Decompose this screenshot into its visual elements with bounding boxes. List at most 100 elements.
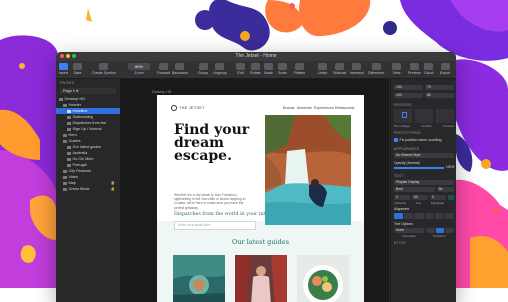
font-metrics-row: 0 60 0: [394, 195, 454, 200]
intersect-button[interactable]: Intersect: [350, 63, 364, 75]
title-bar: The Jetset - Home: [56, 52, 456, 61]
symbol-icon: [99, 63, 109, 70]
prototyping-label: PROTOTYPING: [394, 131, 421, 135]
nav-link[interactable]: Brands: [283, 106, 294, 110]
scale-button[interactable]: Scale: [278, 63, 287, 75]
layer-item[interactable]: Green Block 🔒: [56, 186, 120, 192]
subtract-button[interactable]: Subtract: [333, 63, 346, 75]
height-field[interactable]: 80: [425, 93, 454, 98]
flatten-button[interactable]: Flatten: [294, 63, 305, 75]
text-layer-icon: [67, 109, 71, 113]
symbol-layer-icon: [67, 127, 71, 131]
style-select[interactable]: No Shared Style: [394, 153, 454, 158]
insert-icon: [59, 63, 68, 70]
resizing-labels: Pin to Edge Fix Size Preview: [394, 124, 454, 128]
forward-button[interactable]: Forward: [157, 63, 170, 75]
checkbox-icon: [394, 138, 398, 142]
guide-card-image[interactable]: [235, 255, 287, 302]
intro-paragraph: Whether it's a city break to San Francis…: [174, 193, 246, 210]
transform-none-button[interactable]: [426, 228, 435, 233]
export-icon: [440, 63, 450, 70]
hero-photo: [265, 115, 351, 225]
ungroup-button[interactable]: Ungroup: [213, 63, 227, 75]
backward-button[interactable]: Backward: [172, 63, 188, 75]
text-color-swatch[interactable]: [448, 195, 454, 200]
transform-buttons: [426, 228, 455, 233]
position-row: 100 70: [394, 85, 454, 90]
width-field[interactable]: 100: [394, 93, 423, 98]
guides-title: Our latest guides: [232, 238, 289, 246]
lock-icon[interactable]: 🔒: [111, 186, 115, 192]
data-button[interactable]: Data: [73, 63, 82, 75]
export-button[interactable]: Export: [440, 63, 450, 75]
ungroup-icon: [215, 63, 225, 70]
artboard-label[interactable]: Desktop HD: [152, 90, 171, 94]
align-top-button[interactable]: [434, 213, 444, 219]
guide-card-image[interactable]: [297, 255, 349, 302]
opacity-value[interactable]: 100%: [446, 165, 454, 169]
union-button[interactable]: Union: [318, 63, 327, 75]
artboard[interactable]: THE JETSET Brands Moments Experiences Re…: [157, 95, 364, 302]
fix-scroll-checkbox[interactable]: Fix position when scrolling: [394, 138, 441, 142]
brand-mark-icon: [171, 105, 177, 111]
decoration-select[interactable]: None: [394, 228, 424, 233]
paragraph-spacing-field[interactable]: 0: [430, 195, 446, 200]
font-family-select[interactable]: Playfair Display: [394, 180, 454, 185]
inspector-panel: 100 70 100 80 RESIZING Pin to Edge Fix Si…: [390, 79, 456, 302]
x-field[interactable]: 100: [394, 85, 423, 90]
rotate-button[interactable]: Rotate: [250, 63, 261, 75]
align-center-button[interactable]: [404, 213, 414, 219]
mask-button[interactable]: Mask: [264, 63, 273, 75]
font-family-row: Playfair Display: [394, 180, 454, 185]
artboard-icon: [59, 97, 63, 101]
opacity-slider[interactable]: [394, 167, 444, 169]
subheading: Dispatches from the world in your inbox: [174, 212, 273, 217]
align-right-button[interactable]: [414, 213, 424, 219]
folder-icon: [67, 157, 71, 161]
line-height-field[interactable]: 60: [412, 195, 428, 200]
transform-lowercase-button[interactable]: [445, 228, 455, 233]
font-size-field[interactable]: 56: [436, 187, 454, 192]
email-field[interactable]: Enter your email here: [174, 221, 256, 230]
align-left-button[interactable]: [394, 213, 404, 219]
text-label: TEXT: [394, 174, 404, 178]
brand-logo: THE JETSET: [171, 105, 205, 111]
guide-card-image[interactable]: [173, 255, 225, 302]
font-weight-select[interactable]: Bold: [394, 187, 435, 192]
y-field[interactable]: 70: [425, 85, 454, 90]
forward-icon: [159, 63, 169, 70]
folder-icon: [63, 133, 67, 137]
nav-link[interactable]: Restaurants: [335, 106, 354, 110]
layers-panel: PAGES Page 1 ▾ Desktop HD Header Headlin…: [56, 79, 121, 302]
data-icon: [73, 63, 82, 70]
preview-button[interactable]: Preview: [408, 63, 421, 75]
view-button[interactable]: View: [392, 63, 401, 75]
zoom-control[interactable]: 80% Zoom: [128, 63, 150, 75]
preview-icon: [409, 63, 419, 70]
alignment-buttons: [394, 213, 455, 219]
difference-button[interactable]: Difference: [368, 63, 384, 75]
appearance-label: APPEARANCE: [394, 147, 420, 151]
flatten-icon: [295, 63, 304, 70]
nav-link[interactable]: Moments: [297, 106, 312, 110]
edit-button[interactable]: Edit: [236, 63, 245, 75]
transform-uppercase-button[interactable]: [435, 228, 445, 233]
style-section-label: STYLE: [394, 241, 406, 245]
union-icon: [318, 63, 328, 70]
insert-button[interactable]: Insert: [59, 63, 68, 75]
group-icon: [198, 63, 208, 70]
align-justify-button[interactable]: [424, 213, 434, 219]
page-selector[interactable]: Page 1 ▾: [60, 88, 116, 94]
window-title: The Jetset - Home: [235, 53, 277, 59]
character-spacing-field[interactable]: 0: [394, 195, 410, 200]
folder-icon: [67, 151, 71, 155]
align-middle-button[interactable]: [444, 213, 455, 219]
cloud-button[interactable]: Cloud: [424, 63, 433, 75]
resizing-widget[interactable]: [394, 109, 454, 123]
text-options-label: Text Options: [394, 222, 413, 226]
headline[interactable]: Find your dream escape.: [174, 123, 264, 163]
group-button[interactable]: Group: [198, 63, 208, 75]
nav-link[interactable]: Experiences: [314, 106, 334, 110]
difference-icon: [371, 63, 381, 70]
create-symbol-button[interactable]: Create Symbol: [92, 63, 116, 75]
